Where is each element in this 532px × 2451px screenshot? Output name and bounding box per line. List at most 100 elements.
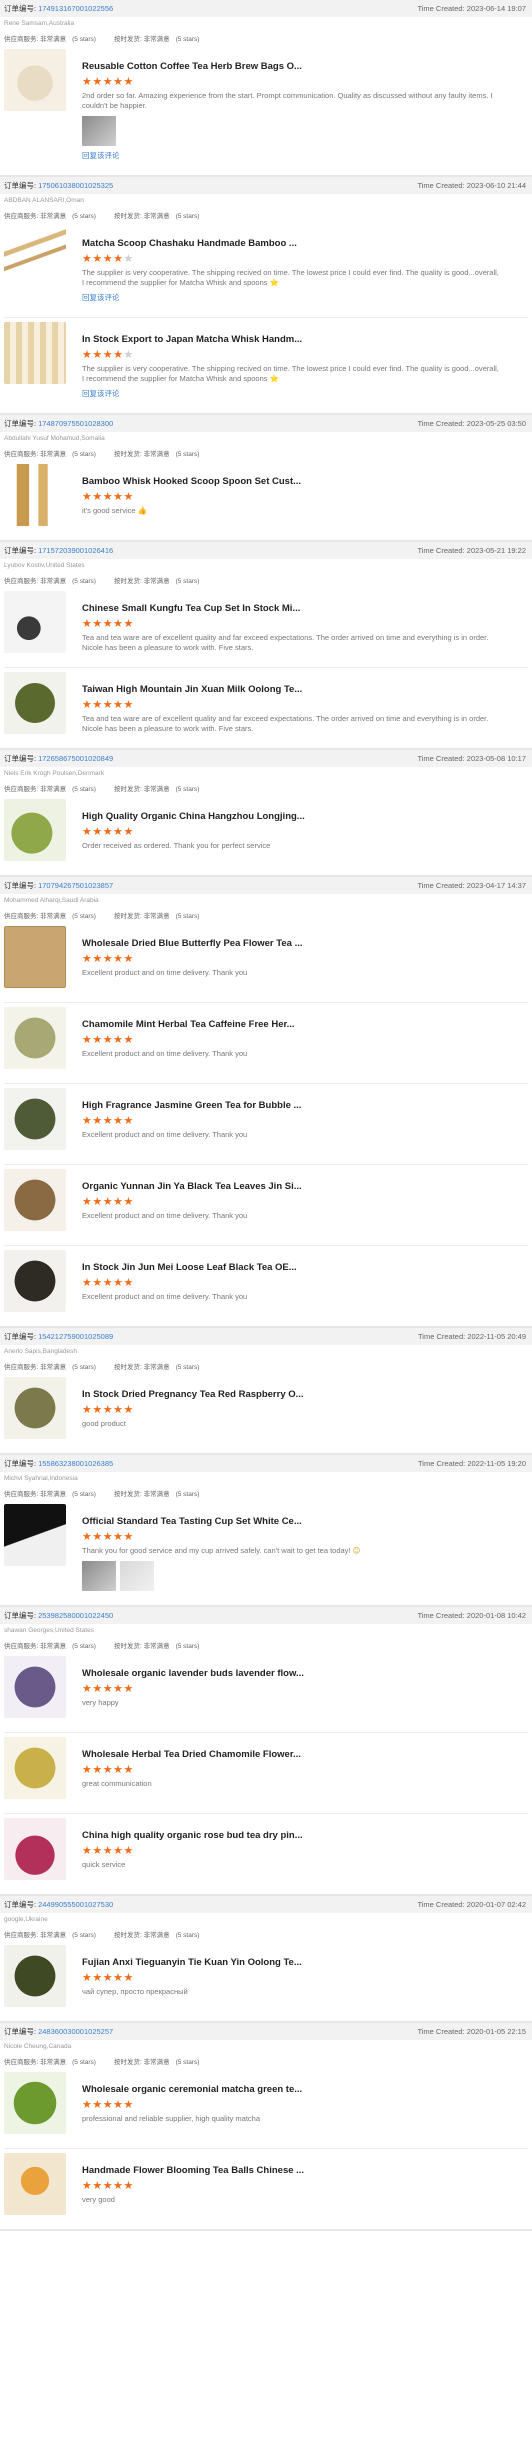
order-number-link[interactable]: 154212759001025089 xyxy=(38,1332,113,1341)
star-filled-icon: ★ xyxy=(92,491,103,503)
item-spacer xyxy=(0,734,532,748)
time-created-value: 2023-04-17 14:37 xyxy=(466,881,526,890)
order-number-link[interactable]: 170794267501023857 xyxy=(38,881,113,890)
product-thumbnail[interactable] xyxy=(4,799,66,861)
product-thumbnail[interactable] xyxy=(4,1250,66,1312)
supplier-service-label: 供应商服务: 非常满意 xyxy=(4,1932,67,1939)
star-filled-icon: ★ xyxy=(123,618,134,630)
product-thumbnail[interactable] xyxy=(4,1945,66,2007)
review-photo[interactable] xyxy=(82,116,116,146)
review-text-block: quick service xyxy=(82,1860,500,1870)
supplier-service-label: 供应商服务: 非常满意 xyxy=(4,1364,67,1371)
product-title-link[interactable]: Handmade Flower Blooming Tea Balls Chine… xyxy=(82,2165,500,2176)
order-time-group: Time Created: 2023-06-10 21:44 xyxy=(417,181,526,190)
product-thumbnail[interactable] xyxy=(4,464,66,526)
on-time-rating: 按时发货: 非常满意 (5 stars) xyxy=(114,783,199,795)
review-text: quick service xyxy=(82,1860,126,1869)
product-info: In Stock Dried Pregnancy Tea Red Raspber… xyxy=(82,1377,528,1439)
order-number-link[interactable]: 253982580001022450 xyxy=(38,1611,113,1620)
product-info: High Quality Organic China Hangzhou Long… xyxy=(82,799,528,861)
order-number-link[interactable]: 174870975501028300 xyxy=(38,419,113,428)
product-title-link[interactable]: Organic Yunnan Jin Ya Black Tea Leaves J… xyxy=(82,1181,500,1192)
product-thumbnail[interactable] xyxy=(4,1088,66,1150)
product-title-link[interactable]: High Fragrance Jasmine Green Tea for Bub… xyxy=(82,1100,500,1111)
product-title-link[interactable]: Reusable Cotton Coffee Tea Herb Brew Bag… xyxy=(82,61,500,72)
supplier-service-stars: (5 stars) xyxy=(72,578,96,585)
product-title-link[interactable]: Wholesale organic ceremonial matcha gree… xyxy=(82,2084,500,2095)
star-empty-icon: ★ xyxy=(123,253,134,265)
product-thumbnail[interactable] xyxy=(4,591,66,653)
order-number-link[interactable]: 155863238001026385 xyxy=(38,1459,113,1468)
product-title-link[interactable]: Official Standard Tea Tasting Cup Set Wh… xyxy=(82,1516,500,1527)
product-thumbnail[interactable] xyxy=(4,1007,66,1069)
product-title-link[interactable]: China high quality organic rose bud tea … xyxy=(82,1830,500,1841)
product-thumbnail[interactable] xyxy=(4,322,66,384)
product-title-link[interactable]: Wholesale Herbal Tea Dried Chamomile Flo… xyxy=(82,1749,500,1760)
product-title-link[interactable]: Chinese Small Kungfu Tea Cup Set In Stoc… xyxy=(82,603,500,614)
review-text: чай супер, просто прекрасный xyxy=(82,1987,188,1996)
star-rating: ★★★★★ xyxy=(82,491,500,503)
star-rating: ★★★★★ xyxy=(82,826,500,838)
product-title-link[interactable]: Chamomile Mint Herbal Tea Caffeine Free … xyxy=(82,1019,500,1030)
star-filled-icon: ★ xyxy=(113,618,124,630)
product-title-link[interactable]: In Stock Export to Japan Matcha Whisk Ha… xyxy=(82,334,500,345)
product-thumbnail[interactable] xyxy=(4,2153,66,2215)
product-title-link[interactable]: High Quality Organic China Hangzhou Long… xyxy=(82,811,500,822)
review-photo[interactable] xyxy=(120,1561,154,1591)
order-number-link[interactable]: 172658675001020849 xyxy=(38,754,113,763)
product-thumbnail[interactable] xyxy=(4,226,66,288)
product-thumbnail[interactable] xyxy=(4,49,66,111)
product-title-link[interactable]: Fujian Anxi Tieguanyin Tie Kuan Yin Oolo… xyxy=(82,1957,500,1968)
order-number-link[interactable]: 171572039001026416 xyxy=(38,546,113,555)
star-rating: ★★★★★ xyxy=(82,1196,500,1208)
review-text-block: very good xyxy=(82,2195,500,2205)
product-title-link[interactable]: Bamboo Whisk Hooked Scoop Spoon Set Cust… xyxy=(82,476,500,487)
reply-review-link[interactable]: 回复该评论 xyxy=(82,388,120,399)
review-text: The supplier is very cooperative. The sh… xyxy=(82,364,499,383)
review-text: Excellent product and on time delivery. … xyxy=(82,968,248,977)
order-block: 订单编号: 154212759001025089 Time Created: 202… xyxy=(0,1328,532,1455)
buyer-name: google,Ukraine xyxy=(4,1916,48,1923)
review-text-block: The supplier is very cooperative. The sh… xyxy=(82,268,500,288)
product-thumbnail[interactable] xyxy=(4,1504,66,1566)
product-title-link[interactable]: In Stock Dried Pregnancy Tea Red Raspber… xyxy=(82,1389,500,1400)
star-rating: ★★★★★ xyxy=(82,76,500,88)
order-number-link[interactable]: 175061038001025325 xyxy=(38,181,113,190)
supplier-service-label: 供应商服务: 非常满意 xyxy=(4,578,67,585)
on-time-stars: (5 stars) xyxy=(175,786,200,793)
product-title-link[interactable]: Wholesale Dried Blue Butterfly Pea Flowe… xyxy=(82,938,500,949)
time-created-label: Time Created: xyxy=(417,754,465,763)
product-thumbnail[interactable] xyxy=(4,1377,66,1439)
supplier-service-label: 供应商服务: 非常满意 xyxy=(4,1643,67,1650)
product-thumbnail[interactable] xyxy=(4,1737,66,1799)
star-filled-icon: ★ xyxy=(113,1196,124,1208)
reply-review-link[interactable]: 回复该评论 xyxy=(82,292,120,303)
supplier-ratings: 供应商服务: 非常满意 (5 stars) 按时发货: 非常满意 (5 stars) xyxy=(0,1638,532,1652)
on-time-label: 按时发货: 非常满意 xyxy=(113,913,170,920)
product-thumbnail[interactable] xyxy=(4,2072,66,2134)
product-thumbnail[interactable] xyxy=(4,926,66,988)
product-title-link[interactable]: Taiwan High Mountain Jin Xuan Milk Oolon… xyxy=(82,684,500,695)
star-filled-icon: ★ xyxy=(113,1972,124,1984)
product-title-link[interactable]: In Stock Jin Jun Mei Loose Leaf Black Te… xyxy=(82,1262,500,1273)
order-number-group: 订单编号: 174870975501028300 xyxy=(4,418,113,429)
product-title-link[interactable]: Matcha Scoop Chashaku Handmade Bamboo ..… xyxy=(82,238,500,249)
reply-review-link[interactable]: 回复该评论 xyxy=(82,150,120,161)
star-filled-icon: ★ xyxy=(123,1196,134,1208)
order-number-link[interactable]: 244990555001027530 xyxy=(38,1900,113,1909)
product-thumbnail[interactable] xyxy=(4,672,66,734)
product-thumbnail[interactable] xyxy=(4,1169,66,1231)
on-time-stars: (5 stars) xyxy=(175,1491,200,1498)
review-photo[interactable] xyxy=(82,1561,116,1591)
star-filled-icon: ★ xyxy=(123,1531,134,1543)
star-rating: ★★★★★ xyxy=(82,1845,500,1857)
order-number-group: 订单编号: 171572039001026416 xyxy=(4,545,113,556)
product-title-link[interactable]: Wholesale organic lavender buds lavender… xyxy=(82,1668,500,1679)
product-thumbnail[interactable] xyxy=(4,1656,66,1718)
order-number-link[interactable]: 174913167001022556 xyxy=(38,4,113,13)
order-number-link[interactable]: 248360030001025257 xyxy=(38,2027,113,2036)
star-filled-icon: ★ xyxy=(92,618,103,630)
product-thumbnail[interactable] xyxy=(4,1818,66,1880)
review-text: Excellent product and on time delivery. … xyxy=(82,1130,248,1139)
star-filled-icon: ★ xyxy=(82,253,93,265)
